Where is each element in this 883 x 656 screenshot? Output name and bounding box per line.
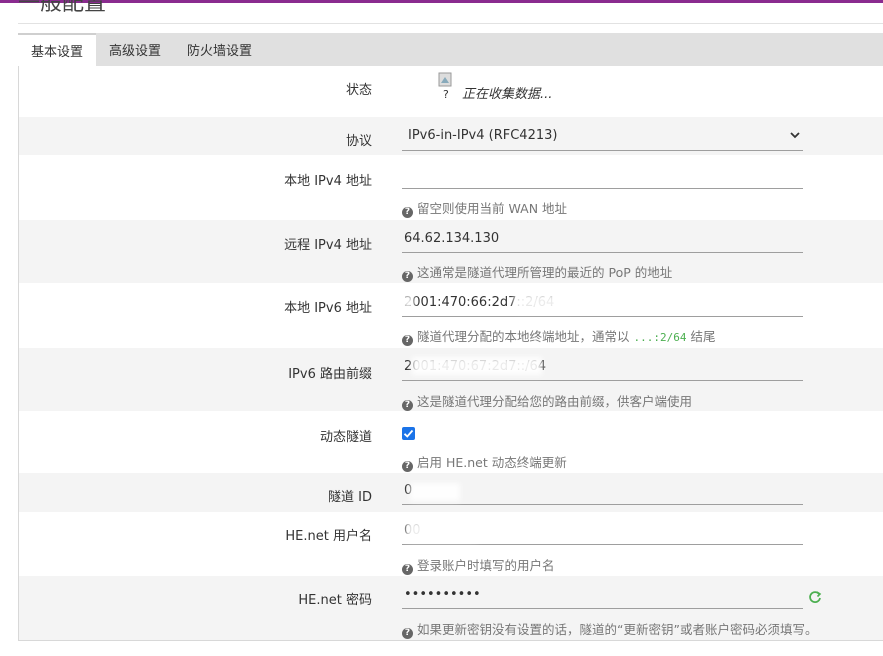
routed-prefix-help-text: 这是隧道代理分配给您的路由前缀，供客户端使用 [417,394,693,409]
top-accent-bar [0,0,883,3]
form-panel: 状态 ? 正在收集数据... 协议 IPv6-in-IPv4 (RFC4213)… [18,66,883,641]
question-circle-icon: ? [402,400,413,411]
status-text: 正在收集数据... [462,87,553,102]
password-label: HE.net 密码 [298,593,372,608]
tunnel-id-input[interactable]: 0 [402,477,803,505]
chevron-down-icon [790,132,800,139]
username-help-text: 登录账户时填写的用户名 [417,558,555,573]
local-ipv6-help-prefix: 隧道代理分配的本地终端地址，通常以 [417,329,630,344]
password-row: HE.net 密码 •••••••••• ? 如果更新密钥没有设置的话，隧道的“更… [19,576,883,640]
redaction-blur [406,521,478,541]
routed-prefix-help: ? 这是隧道代理分配给您的路由前缀，供客户端使用 [402,391,692,411]
local-ipv6-label: 本地 IPv6 地址 [284,301,372,316]
checkmark-icon [403,429,414,438]
password-help-text: 如果更新密钥没有设置的话，隧道的“更新密钥”或者账户密码必须填写。 [417,622,818,637]
redaction-blur [514,293,572,311]
local-ipv6-help-suffix: 结尾 [690,329,716,344]
redaction-blur [402,295,414,309]
dynamic-tunnel-label: 动态隧道 [319,430,372,445]
status-field: ? 正在收集数据... [402,66,803,117]
tab-bar: 基本设置 高级设置 防火墙设置 [18,33,883,66]
question-circle-icon: ? [402,564,413,575]
remote-ipv4-row: 远程 IPv4 地址 64.62.134.130 ? 这通常是隧道代理所管理的最近… [19,220,883,283]
question-circle-icon: ? [402,461,413,472]
routed-prefix-row: IPv6 路由前缀 2001:470:67:2d7::/64 ?这是隧道代理分配… [19,348,883,411]
local-ipv6-row: 本地 IPv6 地址 2001:470:66:2d7::2/64 ? 隧道代理分配… [19,283,883,348]
remote-ipv4-input[interactable]: 64.62.134.130 [402,225,803,253]
tab-advanced-settings[interactable]: 高级设置 [96,33,174,66]
dynamic-tunnel-help: ? 启用 HE.net 动态终端更新 [402,452,567,472]
question-circle-icon: ? [402,207,413,218]
username-row: HE.net 用户名 00 ?登录账户时填写的用户名 [19,512,883,576]
status-unknown-marker: ? [443,88,449,101]
status-label: 状态 [345,83,372,98]
tab-basic-settings[interactable]: 基本设置 [18,33,97,66]
username-label: HE.net 用户名 [285,529,372,544]
question-circle-icon: ? [402,335,413,346]
remote-ipv4-help-text: 这通常是隧道代理所管理的最近的 PoP 的地址 [417,265,673,280]
redaction-blur [412,357,542,375]
username-help: ? 登录账户时填写的用户名 [402,555,555,575]
local-ipv4-help: ? 留空则使用当前 WAN 地址 [402,198,567,218]
tab-firewall-settings[interactable]: 防火墙设置 [174,33,265,66]
redaction-blur [410,483,460,501]
title-divider [18,23,883,24]
protocol-select[interactable]: IPv6-in-IPv4 (RFC4213) [402,121,803,151]
dynamic-tunnel-checkbox[interactable] [402,427,415,440]
local-ipv4-help-text: 留空则使用当前 WAN 地址 [417,201,568,216]
remote-ipv4-help: ? 这通常是隧道代理所管理的最近的 PoP 的地址 [402,262,672,282]
local-ipv6-input[interactable]: 2001:470:66:2d7::2/64 [402,289,803,317]
local-ipv4-label: 本地 IPv4 地址 [284,174,372,189]
question-circle-icon: ? [402,628,413,639]
tunnel-id-label: 隧道 ID [328,490,372,505]
protocol-selected-value: IPv6-in-IPv4 (RFC4213) [408,128,558,143]
local-ipv6-help-code: ...:2/64 [633,331,687,344]
status-row: 状态 ? 正在收集数据... [19,66,883,117]
protocol-row: 协议 IPv6-in-IPv4 (RFC4213) [19,117,883,155]
page-title: 一般配置 [18,0,107,16]
dynamic-tunnel-help-text: 启用 HE.net 动态终端更新 [417,455,567,470]
local-ipv4-input[interactable] [402,161,803,189]
local-ipv6-help: ? 隧道代理分配的本地终端地址，通常以 ...:2/64 结尾 [402,326,715,346]
local-ipv4-row: 本地 IPv4 地址 ? 留空则使用当前 WAN 地址 [19,155,883,220]
question-circle-icon: ? [402,271,413,282]
password-input[interactable]: •••••••••• [402,581,803,609]
tunnel-id-row: 隧道 ID 0 [19,473,883,512]
remote-ipv4-label: 远程 IPv4 地址 [284,238,372,253]
password-help: ? 如果更新密钥没有设置的话，隧道的“更新密钥”或者账户密码必须填写。 [402,619,817,639]
dynamic-tunnel-row: 动态隧道 ? 启用 HE.net 动态终端更新 [19,411,883,473]
protocol-label: 协议 [345,134,372,149]
routed-prefix-label: IPv6 路由前缀 [288,367,372,382]
reveal-password-icon[interactable] [808,590,822,604]
